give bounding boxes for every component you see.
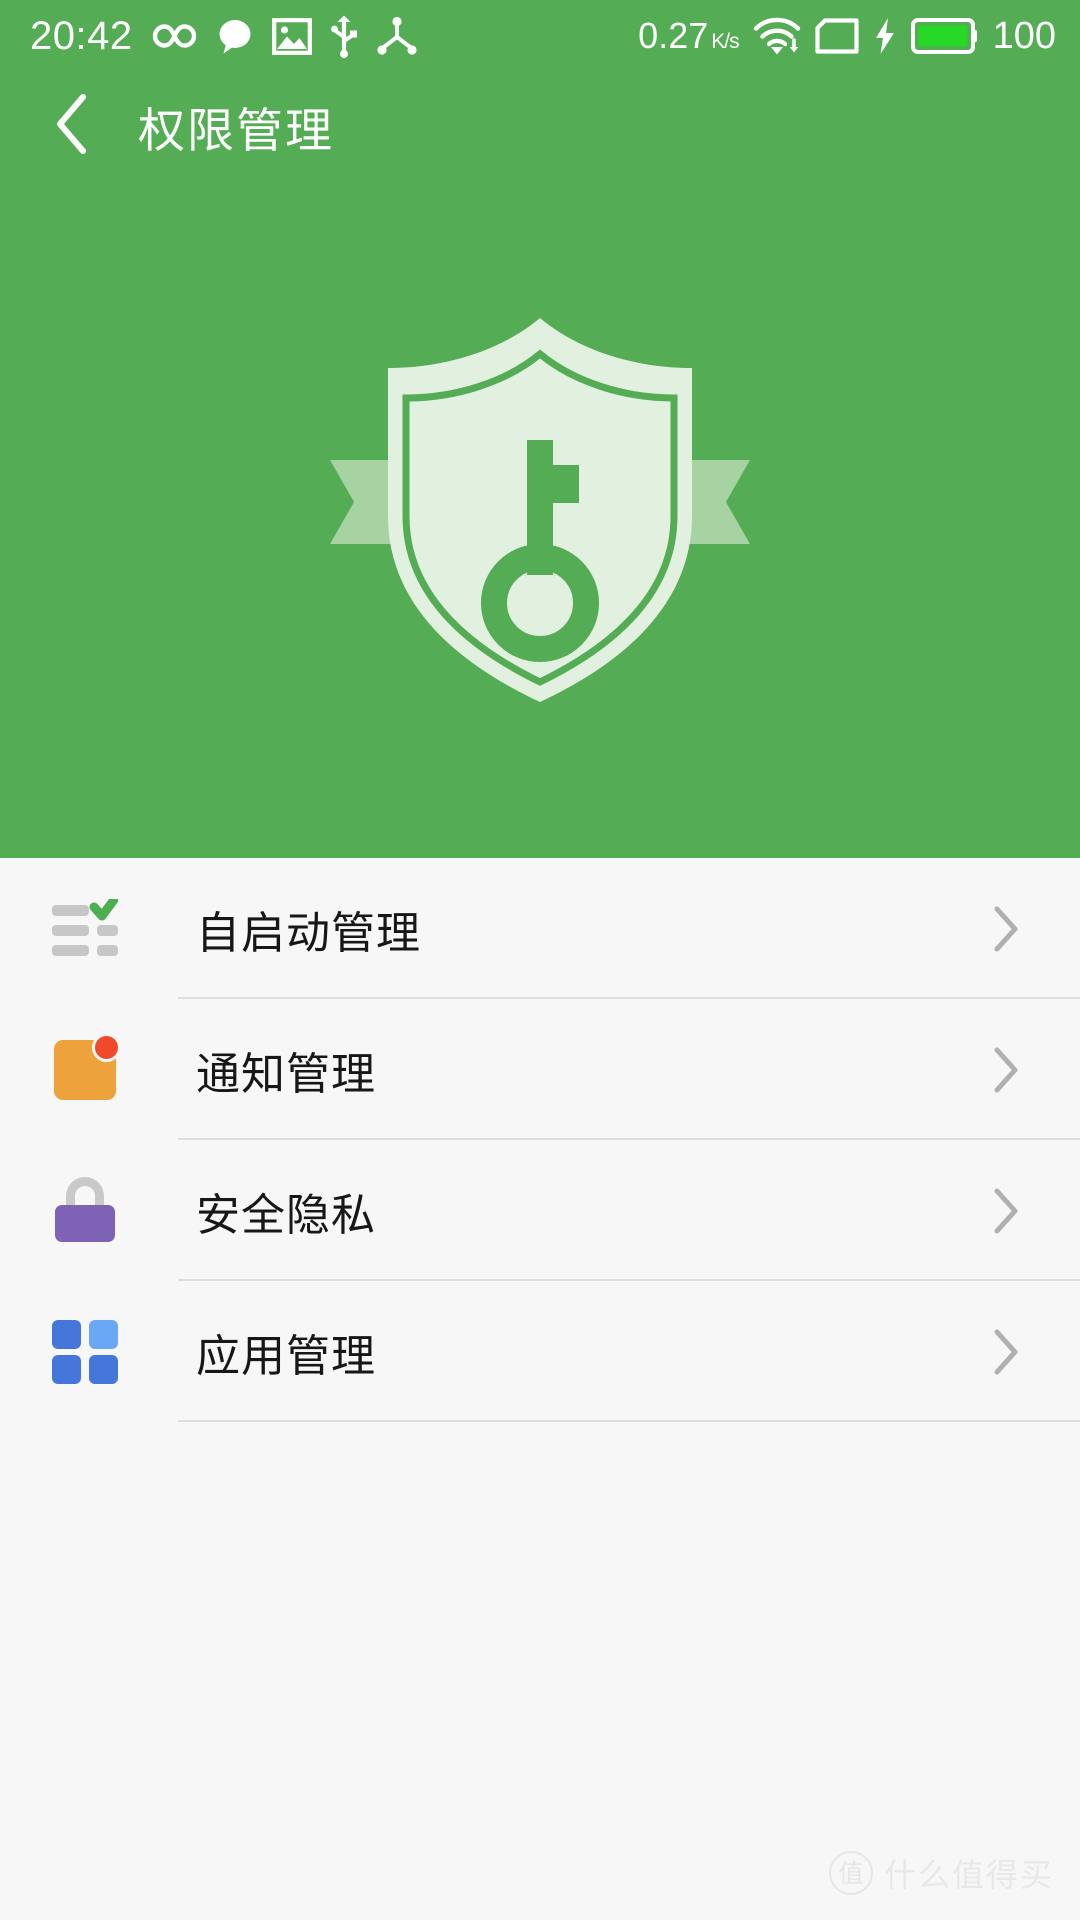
notification-badge-icon bbox=[52, 1032, 121, 1103]
status-bar-right: 0.27 K/s 100 bbox=[638, 16, 1056, 56]
chevron-left-icon bbox=[51, 92, 93, 161]
wifi-download-icon bbox=[753, 16, 801, 56]
network-speed: 0.27 K/s bbox=[638, 15, 739, 56]
usb-icon bbox=[329, 15, 359, 58]
infinity-icon bbox=[152, 19, 198, 53]
chevron-right-icon bbox=[986, 1322, 1026, 1382]
list-item-label: 自启动管理 bbox=[196, 907, 421, 959]
page-title: 权限管理 bbox=[138, 103, 334, 159]
padlock-icon bbox=[52, 1176, 118, 1244]
list-item-autostart[interactable]: 自启动管理 bbox=[0, 858, 1080, 999]
network-speed-value: 0.27 bbox=[638, 15, 709, 56]
status-bar-left: 20:42 bbox=[30, 15, 418, 58]
battery-icon bbox=[910, 18, 977, 54]
notification-dot bbox=[92, 1032, 121, 1062]
sim-card-icon bbox=[814, 18, 859, 54]
apps-grid-icon bbox=[52, 1319, 118, 1385]
row-divider bbox=[178, 1420, 1080, 1422]
status-time: 20:42 bbox=[30, 14, 133, 58]
chevron-right-icon bbox=[986, 899, 1026, 959]
list-item-app-management[interactable]: 应用管理 bbox=[0, 1281, 1080, 1422]
list-item-label: 通知管理 bbox=[196, 1048, 376, 1100]
chat-bubble-icon bbox=[215, 17, 255, 55]
chevron-right-icon bbox=[986, 1040, 1026, 1100]
back-button[interactable] bbox=[24, 78, 120, 174]
charging-bolt-icon bbox=[873, 17, 897, 55]
chevron-right-icon bbox=[986, 1181, 1026, 1241]
list-item-label: 安全隐私 bbox=[196, 1189, 376, 1241]
share-node-icon bbox=[376, 16, 418, 56]
title-bar: 权限管理 bbox=[0, 72, 1080, 180]
network-speed-unit: K/s bbox=[711, 30, 739, 53]
phone-screen: 20:42 0.27 K/s 100 权限管理 自启动管理 通知管理 安全隐私 … bbox=[0, 0, 1080, 1920]
settings-list: 自启动管理 通知管理 安全隐私 应用管理 bbox=[0, 858, 1080, 1920]
status-bar: 20:42 0.27 K/s 100 bbox=[0, 0, 1080, 72]
list-item-notifications[interactable]: 通知管理 bbox=[0, 999, 1080, 1140]
padlock-body bbox=[55, 1204, 115, 1242]
battery-percent: 100 bbox=[992, 15, 1056, 57]
list-item-security-privacy[interactable]: 安全隐私 bbox=[0, 1140, 1080, 1281]
list-item-label: 应用管理 bbox=[196, 1330, 376, 1382]
gallery-image-icon bbox=[271, 17, 312, 55]
checklist-check-icon bbox=[52, 896, 118, 962]
